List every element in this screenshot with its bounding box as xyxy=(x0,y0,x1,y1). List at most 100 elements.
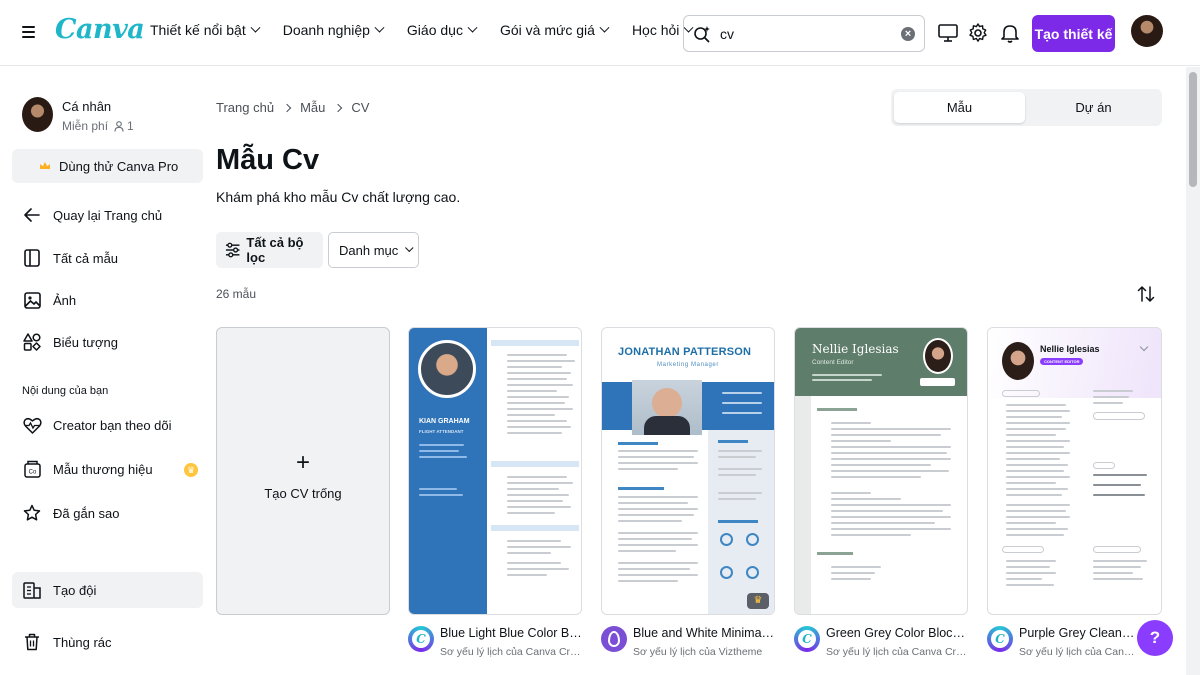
cv-line xyxy=(1006,584,1054,586)
create-blank-cv-card[interactable]: + Tạo CV trống xyxy=(216,327,390,615)
nav-education[interactable]: Giáo dục xyxy=(407,22,478,38)
cv-heading xyxy=(817,408,857,411)
template-card-info[interactable]: C Blue Light Blue Color Blo... Sơ yếu lý… xyxy=(408,626,582,662)
cv-line xyxy=(507,512,555,514)
breadcrumb: Trang chủ Mẫu CV xyxy=(216,100,369,115)
cv-heading xyxy=(618,442,658,445)
cv-section-bar xyxy=(491,461,579,467)
help-button[interactable]: ? xyxy=(1137,620,1173,656)
tab-templates[interactable]: Mẫu xyxy=(894,92,1025,123)
card-title[interactable]: Blue and White Minimali... xyxy=(633,626,775,640)
cv-line xyxy=(831,528,951,530)
sidebar-item-trash[interactable]: Thùng rác xyxy=(22,630,112,654)
gear-icon[interactable] xyxy=(967,22,989,44)
sidebar-item-brand-templates[interactable]: Co Mẫu thương hiệu xyxy=(22,457,153,481)
bell-icon[interactable] xyxy=(999,22,1021,44)
cv-line xyxy=(812,379,872,381)
profile-avatar[interactable] xyxy=(22,97,53,132)
cv-line xyxy=(419,444,464,446)
canva-creator-icon: C xyxy=(408,626,434,652)
cv-line xyxy=(1006,434,1056,436)
section-your-content: Nội dung của bạn xyxy=(22,385,109,397)
sort-icon[interactable] xyxy=(1137,285,1155,303)
cv-line xyxy=(1006,464,1068,466)
cv-line xyxy=(831,446,951,448)
desktop-app-icon[interactable] xyxy=(937,22,959,44)
heart-pulse-icon xyxy=(22,415,42,435)
nav-pricing[interactable]: Gói và mức giá xyxy=(500,22,610,38)
try-pro-button[interactable]: Dùng thử Canva Pro xyxy=(12,149,203,183)
cv-name: KIAN GRAHAM xyxy=(419,418,470,425)
cv-line xyxy=(507,408,573,410)
chevron-down-icon xyxy=(599,22,610,33)
sidebar-item-starred[interactable]: Đã gắn sao xyxy=(22,501,120,525)
scrollbar-thumb[interactable] xyxy=(1189,72,1197,187)
sidebar-item-all-templates[interactable]: Tất cả mẫu xyxy=(22,246,118,270)
menu-icon[interactable] xyxy=(22,26,35,38)
tab-projects[interactable]: Dự án xyxy=(1028,92,1159,123)
clear-search-icon[interactable]: × xyxy=(901,27,915,41)
cv-tag xyxy=(1002,390,1040,397)
card-subtitle[interactable]: Sơ yếu lý lịch của Viztheme xyxy=(633,646,775,658)
cv-line xyxy=(507,390,557,392)
canva-creator-icon: C xyxy=(987,626,1013,652)
cv-line xyxy=(507,562,561,564)
cv-line xyxy=(831,492,871,494)
image-icon xyxy=(22,290,42,310)
card-subtitle[interactable]: Sơ yếu lý lịch của Canva Creati... xyxy=(440,646,582,658)
cv-line xyxy=(507,396,569,398)
cv-line xyxy=(419,456,467,458)
try-pro-label: Dùng thử Canva Pro xyxy=(59,158,179,174)
sidebar-item-photos[interactable]: Ảnh xyxy=(22,288,76,312)
cv-line xyxy=(718,498,756,500)
template-card[interactable]: KIAN GRAHAM FLIGHT ATTENDANT xyxy=(408,327,582,615)
canva-logo[interactable]: Canva xyxy=(55,14,145,45)
sidebar-item-create-team[interactable]: Tạo đội xyxy=(22,578,96,602)
cv-skill-ring xyxy=(720,566,733,579)
template-card-info[interactable]: C Purple Grey Clean UI C... Sơ yếu lý lị… xyxy=(987,626,1137,662)
card-title[interactable]: Green Grey Color Blocks ... xyxy=(826,626,968,640)
nav-featured[interactable]: Thiết kế nổi bật xyxy=(150,22,261,38)
cv-line xyxy=(831,504,951,506)
category-dropdown[interactable]: Danh mục xyxy=(328,232,419,268)
cv-line xyxy=(507,488,559,490)
page-description: Khám phá kho mẫu Cv chất lượng cao. xyxy=(216,189,461,205)
search-input[interactable] xyxy=(720,25,890,42)
search-box[interactable]: × xyxy=(683,15,925,52)
create-design-button[interactable]: Tạo thiết kế xyxy=(1032,15,1115,52)
cv-line xyxy=(507,552,551,554)
nav-business[interactable]: Doanh nghiệp xyxy=(283,22,385,38)
cv-line xyxy=(1093,396,1129,398)
canva-creator-icon: C xyxy=(794,626,820,652)
card-subtitle[interactable]: Sơ yếu lý lịch của Canva Creati... xyxy=(1019,646,1137,658)
template-card-info[interactable]: Blue and White Minimali... Sơ yếu lý lịc… xyxy=(601,626,775,662)
template-card[interactable]: Nellie Iglesias CONTENT EDITOR xyxy=(987,327,1162,615)
breadcrumb-home[interactable]: Trang chủ xyxy=(216,100,274,115)
sidebar-item-icons[interactable]: Biểu tượng xyxy=(22,330,118,354)
template-card[interactable]: JONATHAN PATTERSON Marketing Manager ♛ xyxy=(601,327,775,615)
template-card[interactable]: Nellie Iglesias Content Editor xyxy=(794,327,968,615)
chevron-right-icon xyxy=(282,103,292,112)
template-card-info[interactable]: C Green Grey Color Blocks ... Sơ yếu lý … xyxy=(794,626,968,662)
cv-skill-ring xyxy=(746,566,759,579)
cv-line xyxy=(1006,578,1042,580)
chevron-down-icon xyxy=(374,22,385,33)
profile-name[interactable]: Cá nhân xyxy=(62,99,111,114)
sidebar-item-label: Quay lại Trang chủ xyxy=(53,207,163,223)
breadcrumb-cv: CV xyxy=(351,100,370,115)
avatar[interactable] xyxy=(1131,15,1163,47)
cv-line xyxy=(831,534,911,536)
breadcrumb-templates[interactable]: Mẫu xyxy=(300,100,325,115)
sidebar-item-back-home[interactable]: Quay lại Trang chủ xyxy=(22,203,162,227)
cv-line xyxy=(718,492,762,494)
card-subtitle[interactable]: Sơ yếu lý lịch của Canva Creati... xyxy=(826,646,968,658)
cv-line xyxy=(831,476,921,478)
card-title[interactable]: Blue Light Blue Color Blo... xyxy=(440,626,582,640)
card-title[interactable]: Purple Grey Clean UI C... xyxy=(1019,626,1137,640)
cv-line xyxy=(1093,578,1143,580)
all-filters-button[interactable]: Tất cả bộ lọc xyxy=(216,232,323,268)
cv-line xyxy=(618,462,698,464)
sidebar-item-label: Ảnh xyxy=(53,292,77,308)
shapes-icon xyxy=(22,332,42,352)
sidebar-item-followed-creators[interactable]: Creator bạn theo dõi xyxy=(22,413,172,437)
